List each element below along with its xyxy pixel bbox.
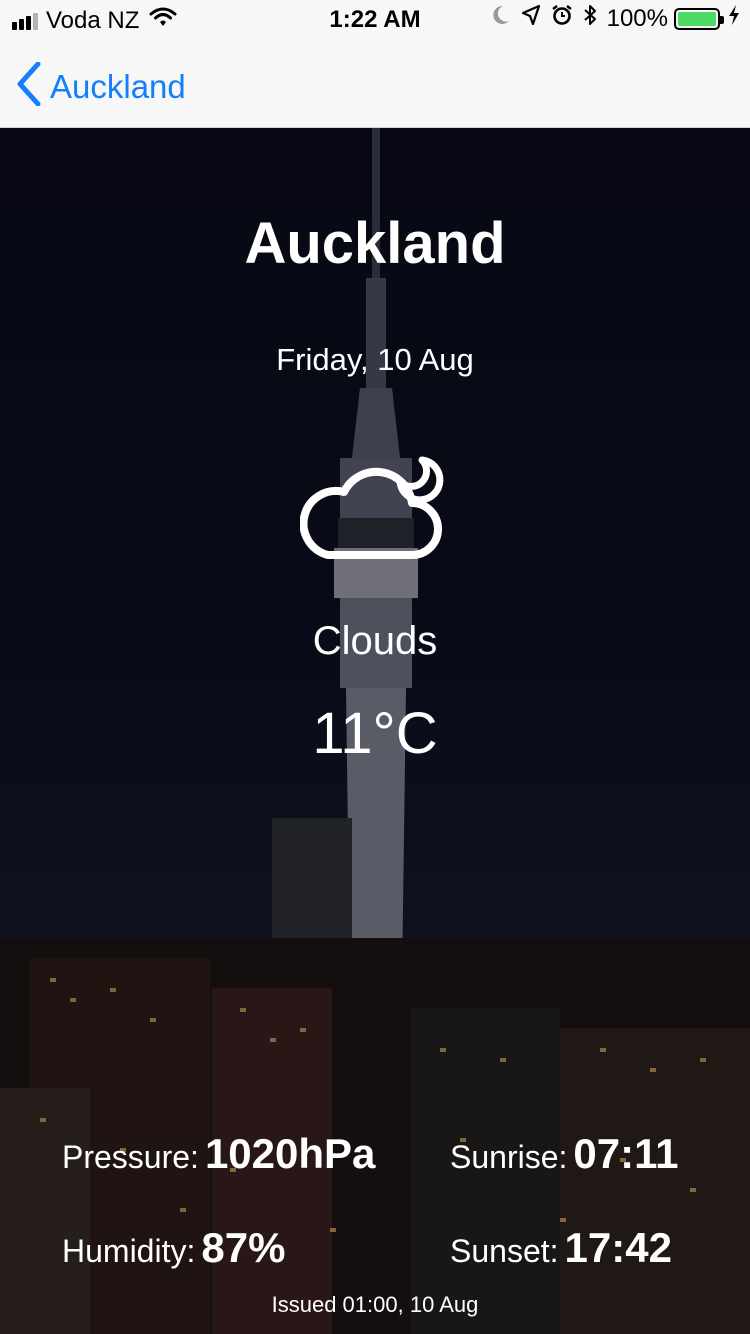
sunset-stat: Sunset: 17:42 [450, 1224, 672, 1272]
status-bar: Voda NZ 1:22 AM 100% [0, 0, 750, 40]
back-button-label: Auckland [50, 67, 186, 105]
weather-condition: Clouds [312, 619, 438, 663]
charging-bolt-icon [728, 4, 740, 33]
city-name: Auckland [244, 211, 506, 276]
forecast-date: Friday, 10 Aug [276, 342, 474, 377]
sunrise-stat: Sunrise: 07:11 [450, 1130, 679, 1178]
battery-icon [674, 7, 724, 30]
cloud-moon-icon [299, 448, 450, 568]
sunrise-label: Sunrise: [450, 1139, 568, 1175]
alarm-icon [551, 4, 573, 33]
sunset-value: 17:42 [564, 1224, 672, 1271]
navigation-bar: Auckland [0, 40, 750, 128]
battery-percentage: 100% [606, 4, 668, 32]
status-right: 100% [491, 4, 740, 33]
humidity-value: 87% [201, 1224, 286, 1271]
sunrise-value: 07:11 [573, 1130, 679, 1177]
moon-icon [491, 4, 511, 33]
temperature: 11°C [312, 701, 438, 766]
sunset-label: Sunset: [450, 1233, 559, 1269]
pressure-stat: Pressure: 1020hPa [62, 1130, 375, 1178]
chevron-left-icon [16, 61, 42, 111]
humidity-stat: Humidity: 87% [62, 1224, 285, 1272]
humidity-label: Humidity: [62, 1233, 196, 1269]
pressure-value: 1020hPa [204, 1130, 376, 1177]
pressure-label: Pressure: [62, 1139, 199, 1175]
bluetooth-icon [583, 4, 597, 33]
back-button[interactable]: Auckland [16, 61, 186, 111]
issued-timestamp: Issued 01:00, 10 Aug [271, 1292, 479, 1317]
location-arrow-icon [521, 4, 541, 33]
weather-screen: Voda NZ 1:22 AM 100% Auckland Auckland F… [0, 0, 750, 1334]
